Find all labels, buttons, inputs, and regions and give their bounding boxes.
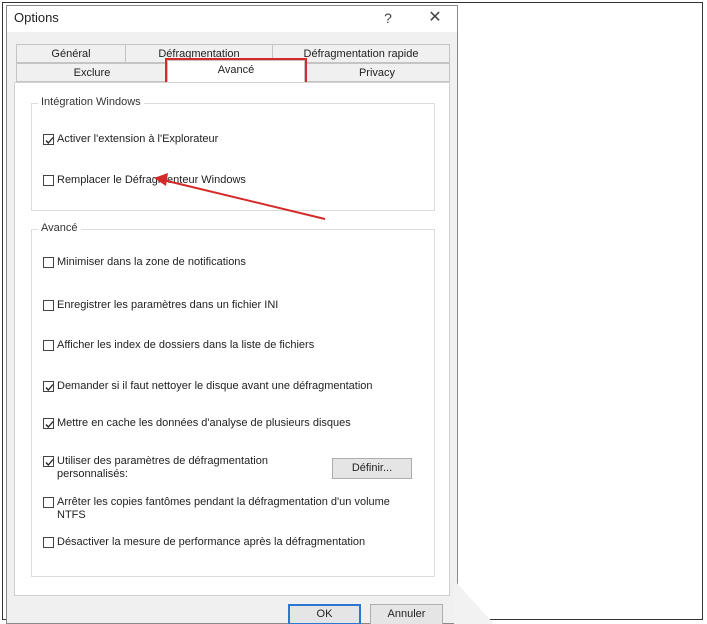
checkmark-icon: [45, 384, 54, 391]
label-remplacer-defragmenteur: Remplacer le Défragmenteur Windows: [57, 174, 246, 186]
label-activer-extension: Activer l'extension à l'Explorateur: [57, 133, 219, 145]
label-minimiser-notifications: Minimiser dans la zone de notifications: [57, 256, 246, 268]
options-dialog: Options ? ✕ Général Défragmentation Défr…: [6, 5, 458, 624]
checkmark-icon: [45, 459, 54, 466]
group-title-avance: Avancé: [38, 222, 81, 234]
option-afficher-index[interactable]: Afficher les index de dossiers dans la l…: [43, 339, 314, 352]
tab-exclure[interactable]: Exclure: [16, 63, 168, 82]
close-button[interactable]: ✕: [421, 7, 449, 29]
label-arreter-copies: Arrêter les copies fantômes pendant la d…: [57, 496, 390, 521]
title-bar: Options ? ✕: [7, 6, 457, 32]
label-enregistrer-ini: Enregistrer les paramètres dans un fichi…: [57, 299, 279, 311]
group-avance: Avancé Minimiser dans la zone de notific…: [31, 222, 435, 577]
option-activer-extension[interactable]: Activer l'extension à l'Explorateur: [43, 133, 218, 146]
option-demander-nettoyer[interactable]: Demander si il faut nettoyer le disque a…: [43, 380, 373, 393]
label-afficher-index: Afficher les index de dossiers dans la l…: [57, 339, 315, 351]
tab-general[interactable]: Général: [16, 44, 126, 63]
checkmark-icon: [45, 137, 54, 144]
option-mettre-en-cache[interactable]: Mettre en cache les données d'analyse de…: [43, 417, 351, 430]
dialog-client-area: Général Défragmentation Défragmentation …: [7, 32, 457, 624]
checkmark-icon: [45, 421, 54, 428]
screenshot-stage: Options ? ✕ Général Défragmentation Défr…: [0, 0, 707, 624]
tab-avance[interactable]: Avancé: [167, 60, 305, 83]
ok-button[interactable]: OK: [288, 604, 361, 624]
checkbox-afficher-index[interactable]: [43, 340, 54, 351]
help-button[interactable]: ?: [374, 7, 402, 29]
option-desactiver-mesure[interactable]: Désactiver la mesure de performance aprè…: [43, 536, 365, 549]
tab-panel-avance: Intégration Windows Activer l'extension …: [14, 82, 450, 596]
group-title-integration: Intégration Windows: [38, 96, 144, 108]
option-parametres-personnalises[interactable]: Utiliser des paramètres de défragmentati…: [43, 455, 293, 481]
checkbox-remplacer-defragmenteur[interactable]: [43, 175, 54, 186]
checkbox-parametres-personnalises[interactable]: [43, 456, 54, 467]
checkbox-mettre-en-cache[interactable]: [43, 418, 54, 429]
tab-privacy[interactable]: Privacy: [304, 63, 450, 82]
checkbox-arreter-copies[interactable]: [43, 497, 54, 508]
label-mettre-en-cache: Mettre en cache les données d'analyse de…: [57, 417, 351, 429]
group-integration-windows: Intégration Windows Activer l'extension …: [31, 96, 435, 211]
option-remplacer-defragmenteur[interactable]: Remplacer le Défragmenteur Windows: [43, 174, 246, 187]
window-title: Options: [14, 10, 59, 25]
label-demander-nettoyer: Demander si il faut nettoyer le disque a…: [57, 380, 373, 392]
option-arreter-copies[interactable]: Arrêter les copies fantômes pendant la d…: [43, 496, 403, 522]
checkbox-demander-nettoyer[interactable]: [43, 381, 54, 392]
checkbox-minimiser-notifications[interactable]: [43, 257, 54, 268]
checkbox-activer-extension[interactable]: [43, 134, 54, 145]
decorative-wedge: [454, 580, 494, 624]
checkbox-enregistrer-ini[interactable]: [43, 300, 54, 311]
cancel-button[interactable]: Annuler: [370, 604, 443, 624]
option-minimiser-notifications[interactable]: Minimiser dans la zone de notifications: [43, 256, 246, 269]
option-enregistrer-ini[interactable]: Enregistrer les paramètres dans un fichi…: [43, 299, 278, 312]
label-desactiver-mesure: Désactiver la mesure de performance aprè…: [57, 536, 366, 548]
checkbox-desactiver-mesure[interactable]: [43, 537, 54, 548]
label-parametres-personnalises: Utiliser des paramètres de défragmentati…: [57, 455, 268, 480]
define-button[interactable]: Définir...: [332, 458, 412, 479]
